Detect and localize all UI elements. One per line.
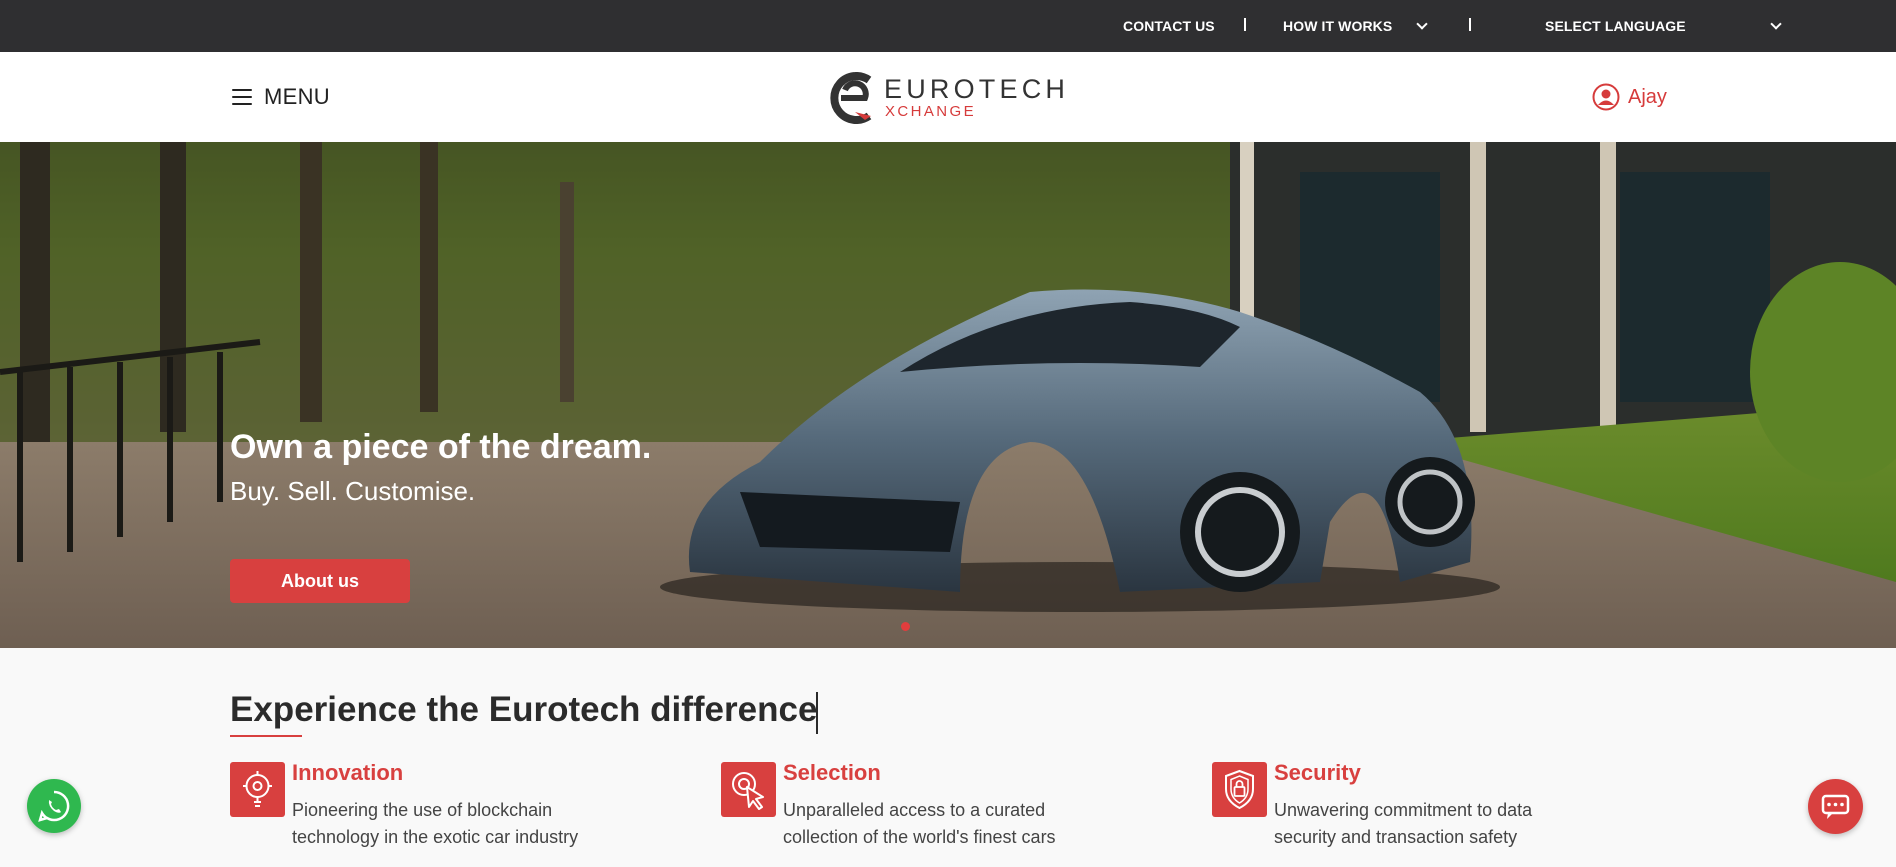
menu-label: MENU	[264, 84, 330, 109]
logo-mark-icon	[830, 72, 872, 124]
feature-description: Unparalleled access to a curated collect…	[783, 800, 1056, 847]
divider	[1244, 18, 1246, 31]
how-it-works-link[interactable]: HOW IT WORKS	[1283, 0, 1392, 52]
chat-icon	[1821, 794, 1850, 819]
logo-text: EUROTECH	[884, 74, 1070, 104]
feature-title: Innovation	[292, 760, 404, 785]
feature-description: Unwavering commitment to data security a…	[1274, 800, 1533, 847]
hero-subtitle: Buy. Sell. Customise.	[230, 476, 476, 506]
contact-us-link[interactable]: CONTACT US	[1123, 0, 1215, 52]
innovation-icon	[230, 762, 285, 817]
chat-button[interactable]	[1808, 779, 1863, 834]
user-icon	[1592, 83, 1620, 111]
text-cursor	[816, 692, 818, 734]
top-bar: CONTACT US HOW IT WORKS SELECT LANGUAGE	[0, 0, 1896, 52]
site-header: MENU EUROTECH XCHANGE Ajay	[0, 52, 1896, 142]
user-name: Ajay	[1628, 85, 1667, 108]
whatsapp-icon	[38, 790, 70, 822]
section-title: Experience the Eurotech difference	[230, 690, 818, 729]
chevron-down-icon[interactable]	[1770, 18, 1782, 30]
title-underline	[230, 735, 302, 737]
security-icon	[1212, 762, 1267, 817]
feature-title: Security	[1274, 760, 1361, 785]
hero-banner: Own a piece of the dream. Buy. Sell. Cus…	[0, 142, 1896, 648]
logo-subtext: XCHANGE	[885, 103, 976, 120]
whatsapp-button[interactable]	[27, 779, 81, 833]
feature-description: Pioneering the use of blockchain technol…	[292, 800, 579, 847]
user-account[interactable]: Ajay	[1592, 82, 1667, 112]
hamburger-icon	[232, 89, 252, 105]
hero-title: Own a piece of the dream.	[230, 428, 652, 466]
chevron-down-icon[interactable]	[1416, 18, 1428, 30]
selection-icon	[721, 762, 776, 817]
about-us-button[interactable]: About us	[230, 559, 410, 603]
feature-title: Selection	[783, 760, 881, 785]
carousel-dot-active[interactable]	[901, 622, 910, 631]
language-select[interactable]: SELECT LANGUAGE	[1545, 0, 1686, 52]
logo[interactable]: EUROTECH XCHANGE	[825, 72, 1075, 124]
menu-button[interactable]: MENU	[232, 80, 330, 114]
divider	[1469, 18, 1471, 31]
